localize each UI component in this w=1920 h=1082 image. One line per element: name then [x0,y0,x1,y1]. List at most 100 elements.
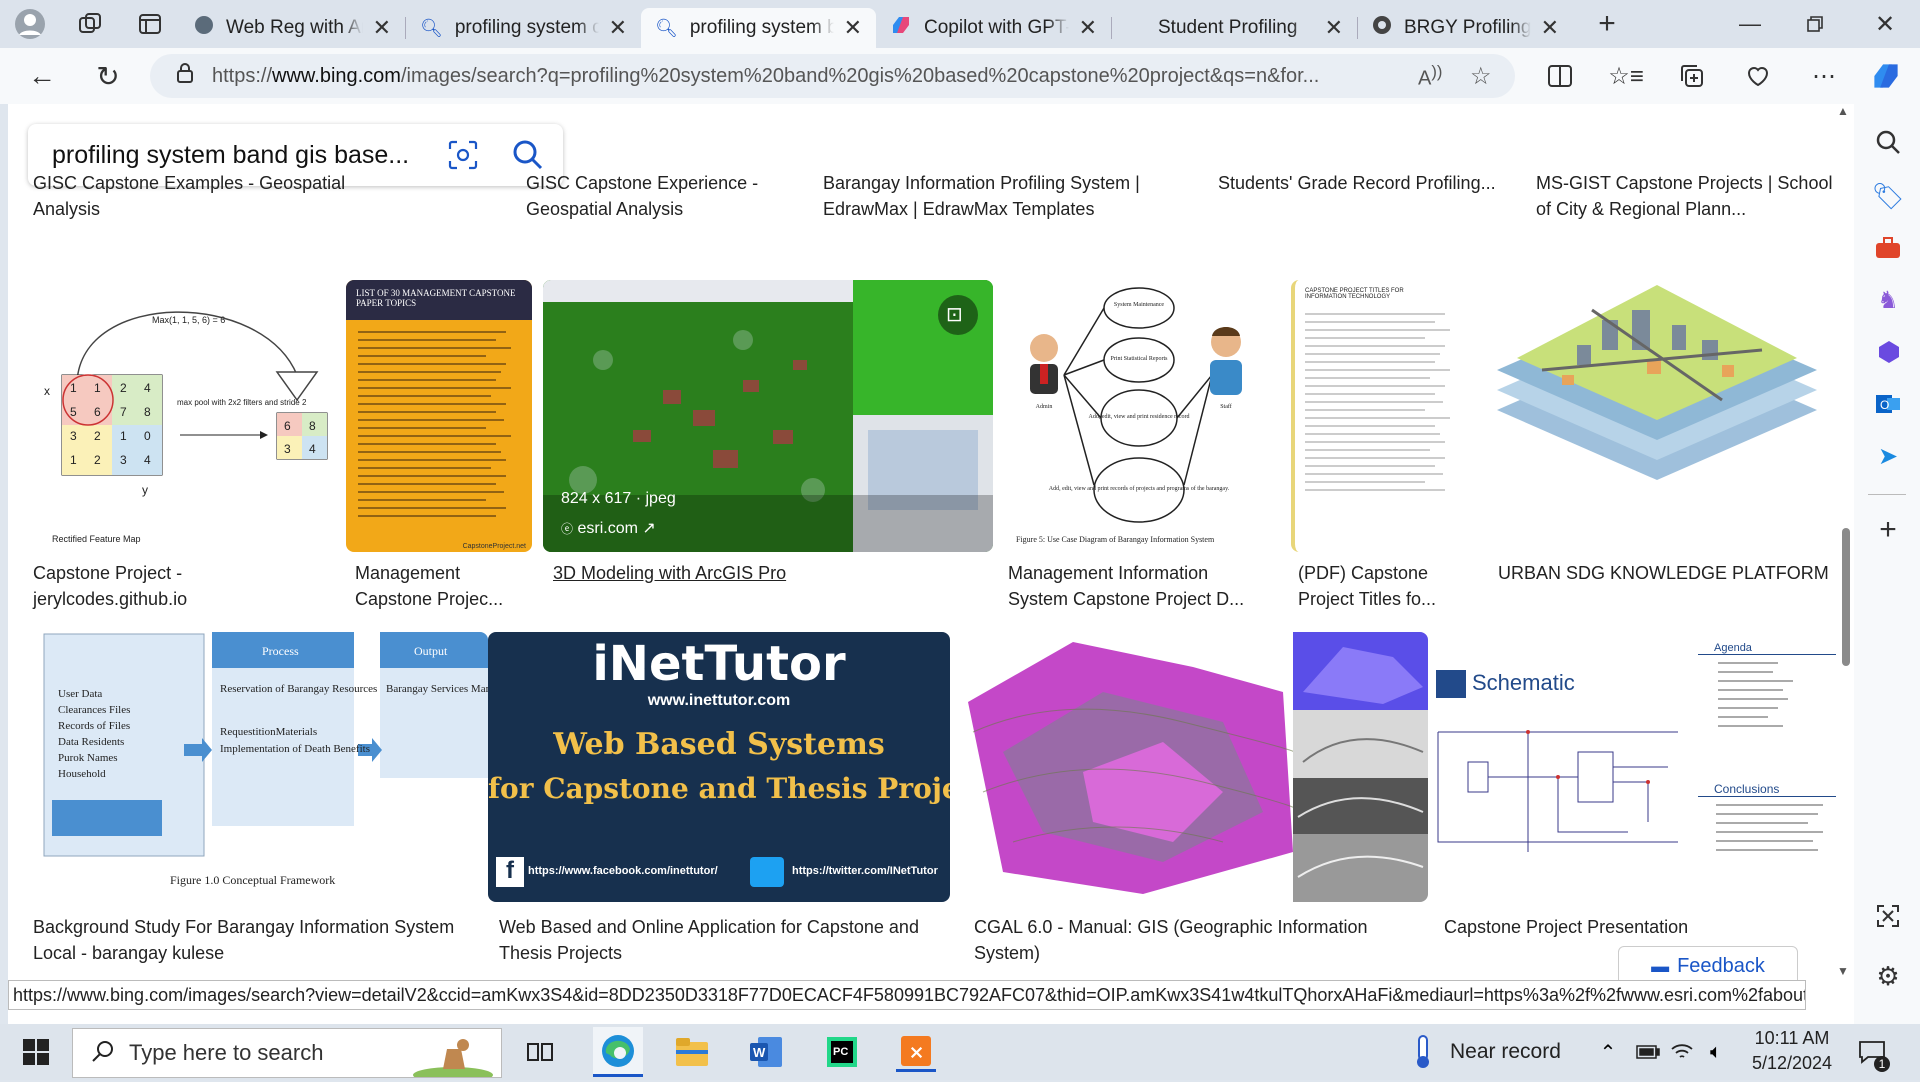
lock-icon[interactable] [176,62,194,90]
show-hidden-icons-chevron[interactable]: ⌃ [1588,1032,1628,1072]
clock[interactable]: 10:11 AM 5/12/2024 [1742,1026,1842,1074]
image-caption[interactable]: Web Based and Online Application for Cap… [499,914,939,966]
close-window-icon[interactable]: ✕ [1855,0,1915,48]
xampp-icon[interactable]: ⨯ [896,1032,936,1072]
image-source-link[interactable]: ⓔ esri.com ↗ [561,518,656,538]
close-tab-icon[interactable]: ✕ [1325,15,1343,41]
image-result-urban-sdg[interactable] [1482,280,1832,552]
close-tab-icon[interactable]: ✕ [844,15,862,41]
image-caption[interactable]: MS-GIST Capstone Projects | School of Ci… [1536,170,1836,222]
weather-text[interactable]: Near record [1450,1040,1561,1064]
favorite-star-icon[interactable]: ☆ [1470,62,1492,91]
image-caption[interactable]: Management Information System Capstone P… [1008,560,1248,612]
tab-profiling-b[interactable]: 🔍︎ profiling system b ✕ [641,8,876,48]
refresh-icon[interactable]: ↻ [88,56,128,96]
sidebar-search-icon[interactable] [1868,122,1908,162]
image-caption[interactable]: 3D Modeling with ArcGIS Pro [553,560,933,586]
tab-profiling-c[interactable]: 🔍︎ profiling system c ✕ [406,8,641,48]
tab-copilot[interactable]: Copilot with GPT- ✕ [876,8,1111,48]
file-explorer-icon[interactable] [672,1032,712,1072]
restore-icon[interactable] [1785,0,1845,48]
word-icon[interactable]: W [746,1032,786,1072]
image-caption[interactable]: Capstone Project - jerylcodes.github.io [33,560,253,612]
volume-icon[interactable]: 🔈︎ [1696,1032,1736,1072]
image-result-arcgis[interactable]: ⊡ 824 x 617 · jpeg ⓔ esri.com ↗ [543,280,993,552]
screenshot-icon[interactable] [1868,896,1908,936]
favorites-icon[interactable]: ☆≡ [1606,58,1646,94]
back-icon[interactable]: ← [22,56,62,96]
image-caption[interactable]: Barangay Information Profiling System | … [823,170,1153,222]
minimize-icon[interactable]: — [1720,0,1780,48]
svg-text:3: 3 [284,442,291,456]
browser-essentials-icon[interactable] [1738,58,1778,94]
send-icon[interactable]: ➤ [1868,436,1908,476]
search-input[interactable]: profiling system band gis base... [52,141,432,170]
workspaces-icon[interactable] [60,0,120,48]
visual-search-icon[interactable] [448,140,478,177]
more-menu-icon[interactable]: ⋯ [1804,58,1844,94]
split-screen-icon[interactable] [1540,58,1580,94]
image-result-cgal[interactable] [963,632,1428,902]
copilot-sidebar-icon[interactable] [1866,56,1906,96]
close-tab-icon[interactable]: ✕ [373,15,391,41]
svg-text:3: 3 [120,453,127,467]
framework-diagram: Process Output User Data Clearances File… [43,632,488,887]
add-sidebar-app-icon[interactable]: + [1868,510,1908,550]
image-caption[interactable]: CGAL 6.0 - Manual: GIS (Geographic Infor… [974,914,1394,966]
pool-footer: Rectified Feature Map [52,534,141,544]
edge-taskbar-icon[interactable] [593,1027,643,1077]
image-result-inettutor[interactable]: iNetTutor www.inettutor.com Web Based Sy… [488,632,950,902]
link-status-bar: https://www.bing.com/images/search?view=… [8,980,1806,1010]
notifications-icon[interactable]: 1 [1852,1032,1892,1072]
image-caption[interactable]: Background Study For Barangay Informatio… [33,914,473,966]
bing-search-favicon: 🔍︎ [655,17,678,38]
clock-date: 5/12/2024 [1751,1053,1833,1073]
close-tab-icon[interactable]: ✕ [1541,15,1559,41]
profile-avatar-icon[interactable] [0,0,60,48]
games-icon[interactable]: ♞ [1868,280,1908,320]
image-result-management-topics[interactable]: LIST OF 30 MANAGEMENT CAPSTONE PAPER TOP… [346,280,532,552]
image-result-conceptual-framework[interactable]: Process Output User Data Clearances File… [22,632,488,902]
pycharm-icon[interactable]: PC [822,1032,862,1072]
address-bar[interactable]: https://www.bing.com/images/search?q=pro… [150,54,1515,98]
process-header: Process [262,644,299,658]
visual-search-overlay-icon[interactable]: ⊡ [946,302,963,327]
navigation-bar: ← ↻ https://www.bing.com/images/search?q… [0,48,1920,104]
new-tab-icon[interactable]: + [1585,4,1629,44]
circuit-schematic [1437,730,1678,852]
image-caption[interactable]: (PDF) Capstone Project Titles fo... [1298,560,1463,612]
close-tab-icon[interactable]: ✕ [609,15,627,41]
image-caption[interactable]: Management Capstone Projec... [355,560,525,612]
image-result-use-case[interactable]: System Maintenance Print Statistical Rep… [994,280,1279,552]
tab-web-reg[interactable]: Web Reg with An ✕ [180,8,405,48]
collections-icon[interactable] [1672,58,1712,94]
image-caption[interactable]: Students' Grade Record Profiling... [1218,170,1518,196]
github-favicon [1372,15,1392,41]
tab-student-profiling[interactable]: Student Profiling ✕ [1112,8,1357,48]
image-caption[interactable]: GISC Capstone Examples - Geospatial Anal… [33,170,413,222]
read-aloud-icon[interactable]: A)) [1418,62,1442,91]
outlook-icon[interactable]: O [1868,384,1908,424]
image-caption[interactable]: GISC Capstone Experience - Geospatial An… [526,170,786,222]
scroll-thumb[interactable] [1842,528,1850,666]
tab-brgy-profiling[interactable]: BRGY Profiling Sy ✕ [1358,8,1573,48]
tab-actions-icon[interactable] [120,0,180,48]
image-result-presentation[interactable]: Schematic Agenda Conclusions [1428,632,1838,902]
scroll-down-arrow[interactable]: ▼ [1837,964,1849,978]
shopping-tag-icon[interactable]: 🏷︎ [1868,176,1908,216]
microsoft-365-icon[interactable] [1868,332,1908,372]
task-view-icon[interactable] [520,1032,560,1072]
taskbar-search[interactable]: Type here to search [72,1028,502,1082]
image-caption[interactable]: URBAN SDG KNOWLEDGE PLATFORM [1498,560,1829,586]
tools-icon[interactable] [1868,228,1908,268]
image-result-capstone-titles[interactable]: CAPSTONE PROJECT TITLES FOR INFORMATION … [1291,280,1469,552]
close-tab-icon[interactable]: ✕ [1079,15,1097,41]
page-scrollbar[interactable]: ▲ ▼ [1836,104,1854,980]
settings-gear-icon[interactable]: ⚙ [1868,956,1908,996]
image-result-pooling[interactable]: Max(1, 1, 5, 6) = 6 1124 5678 3210 1234 … [22,280,334,552]
thermometer-icon[interactable] [1402,1032,1442,1072]
image-caption[interactable]: Capstone Project Presentation [1444,914,1824,940]
windows-start-icon[interactable] [16,1032,56,1072]
scroll-up-arrow[interactable]: ▲ [1837,104,1849,118]
svg-text:Household: Household [58,768,106,780]
